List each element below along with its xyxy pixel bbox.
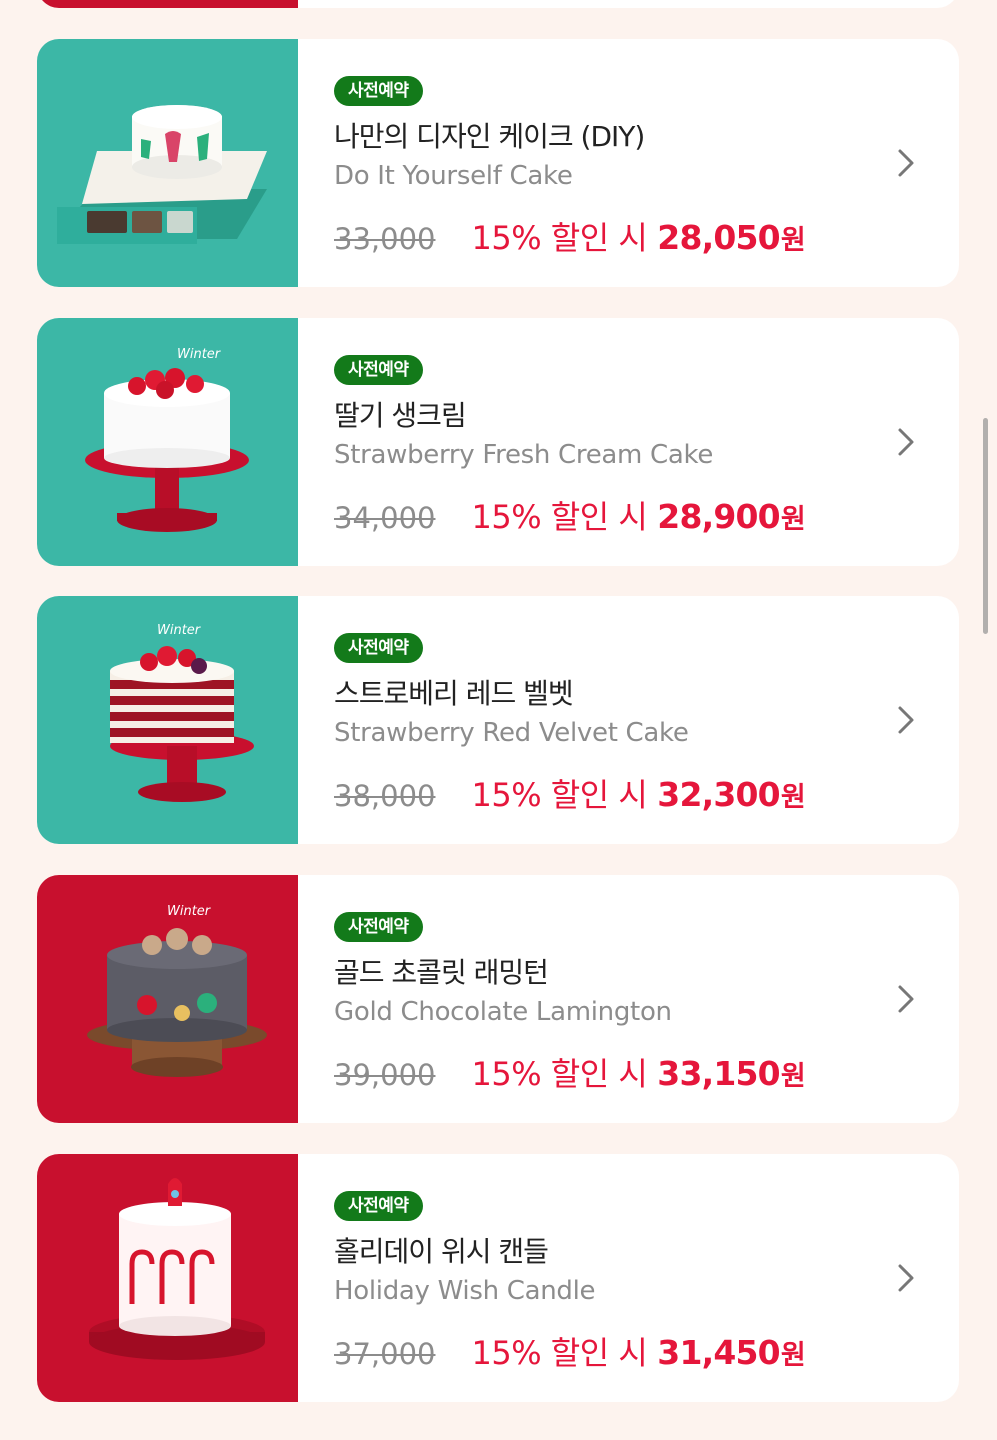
lamington-cake-image: Winter bbox=[37, 875, 298, 1123]
vertical-scrollbar[interactable] bbox=[983, 418, 988, 634]
product-card-red-velvet[interactable]: Winter 사전예약 스트로베리 레드 벨벳 Strawberry Red V… bbox=[37, 596, 959, 844]
product-card-lamington[interactable]: Winter 사전예약 골드 초콜릿 래밍턴 Gold Chocolate La… bbox=[37, 875, 959, 1123]
product-card-wish-candle[interactable]: 사전예약 홀리데이 위시 캔들 Holiday Wish Candle 37,0… bbox=[37, 1154, 959, 1402]
svg-text:Winter: Winter bbox=[157, 623, 202, 638]
product-name-en: Strawberry Fresh Cream Cake bbox=[334, 440, 714, 470]
preorder-badge: 사전예약 bbox=[334, 76, 423, 106]
product-card-partial[interactable] bbox=[37, 0, 959, 8]
wish-candle-cake-image bbox=[37, 1154, 298, 1402]
product-name-ko: 홀리데이 위시 캔들 bbox=[334, 1235, 549, 1268]
discount-label: 15% 할인 시 bbox=[471, 776, 648, 814]
product-name-en: Gold Chocolate Lamington bbox=[334, 997, 672, 1027]
chevron-right-icon[interactable] bbox=[897, 984, 915, 1014]
final-price: 33,150 bbox=[657, 1054, 780, 1093]
final-price: 28,050 bbox=[657, 218, 780, 257]
final-price: 31,450 bbox=[657, 1333, 780, 1372]
currency-label: 원 bbox=[780, 504, 806, 535]
original-price: 33,000 bbox=[334, 222, 436, 256]
price-row: 38,000 15% 할인 시 32,300 원 bbox=[334, 770, 806, 816]
discount-label: 15% 할인 시 bbox=[471, 1055, 648, 1093]
currency-label: 원 bbox=[780, 782, 806, 813]
product-name-ko: 스트로베리 레드 벨벳 bbox=[334, 677, 574, 710]
original-price: 39,000 bbox=[334, 1058, 436, 1092]
final-price: 32,300 bbox=[657, 775, 780, 814]
chevron-right-icon[interactable] bbox=[897, 427, 915, 457]
final-price: 28,900 bbox=[657, 497, 780, 536]
discount-label: 15% 할인 시 bbox=[471, 219, 648, 257]
preorder-badge: 사전예약 bbox=[334, 912, 423, 942]
chevron-right-icon[interactable] bbox=[897, 1263, 915, 1293]
product-name-ko: 나만의 디자인 케이크 (DIY) bbox=[334, 120, 645, 153]
product-image-partial bbox=[37, 0, 298, 8]
chevron-right-icon[interactable] bbox=[897, 148, 915, 178]
discount-label: 15% 할인 시 bbox=[471, 1334, 648, 1372]
product-name-ko: 골드 초콜릿 래밍턴 bbox=[334, 956, 549, 989]
currency-label: 원 bbox=[780, 1061, 806, 1092]
price-row: 33,000 15% 할인 시 28,050 원 bbox=[334, 213, 806, 259]
price-row: 37,000 15% 할인 시 31,450 원 bbox=[334, 1328, 806, 1374]
price-row: 39,000 15% 할인 시 33,150 원 bbox=[334, 1049, 806, 1095]
discount-label: 15% 할인 시 bbox=[471, 498, 648, 536]
diy-cake-kit-image bbox=[37, 39, 298, 287]
svg-text:Winter: Winter bbox=[167, 904, 212, 919]
product-card-diy[interactable]: 사전예약 나만의 디자인 케이크 (DIY) Do It Yourself Ca… bbox=[37, 39, 959, 287]
currency-label: 원 bbox=[780, 1340, 806, 1371]
red-velvet-cake-image: Winter bbox=[37, 596, 298, 844]
original-price: 37,000 bbox=[334, 1337, 436, 1371]
product-card-strawberry-cream[interactable]: Winter 사전예약 딸기 생크림 Strawberry Fresh Crea… bbox=[37, 318, 959, 566]
original-price: 34,000 bbox=[334, 501, 436, 535]
product-name-en: Do It Yourself Cake bbox=[334, 161, 573, 191]
product-name-ko: 딸기 생크림 bbox=[334, 399, 467, 432]
product-name-en: Holiday Wish Candle bbox=[334, 1276, 596, 1306]
chevron-right-icon[interactable] bbox=[897, 705, 915, 735]
price-row: 34,000 15% 할인 시 28,900 원 bbox=[334, 492, 806, 538]
preorder-badge: 사전예약 bbox=[334, 633, 423, 663]
svg-text:Winter: Winter bbox=[177, 347, 222, 362]
product-name-en: Strawberry Red Velvet Cake bbox=[334, 718, 689, 748]
original-price: 38,000 bbox=[334, 779, 436, 813]
strawberry-cream-cake-image: Winter bbox=[37, 318, 298, 566]
preorder-badge: 사전예약 bbox=[334, 355, 423, 385]
preorder-badge: 사전예약 bbox=[334, 1191, 423, 1221]
currency-label: 원 bbox=[780, 225, 806, 256]
